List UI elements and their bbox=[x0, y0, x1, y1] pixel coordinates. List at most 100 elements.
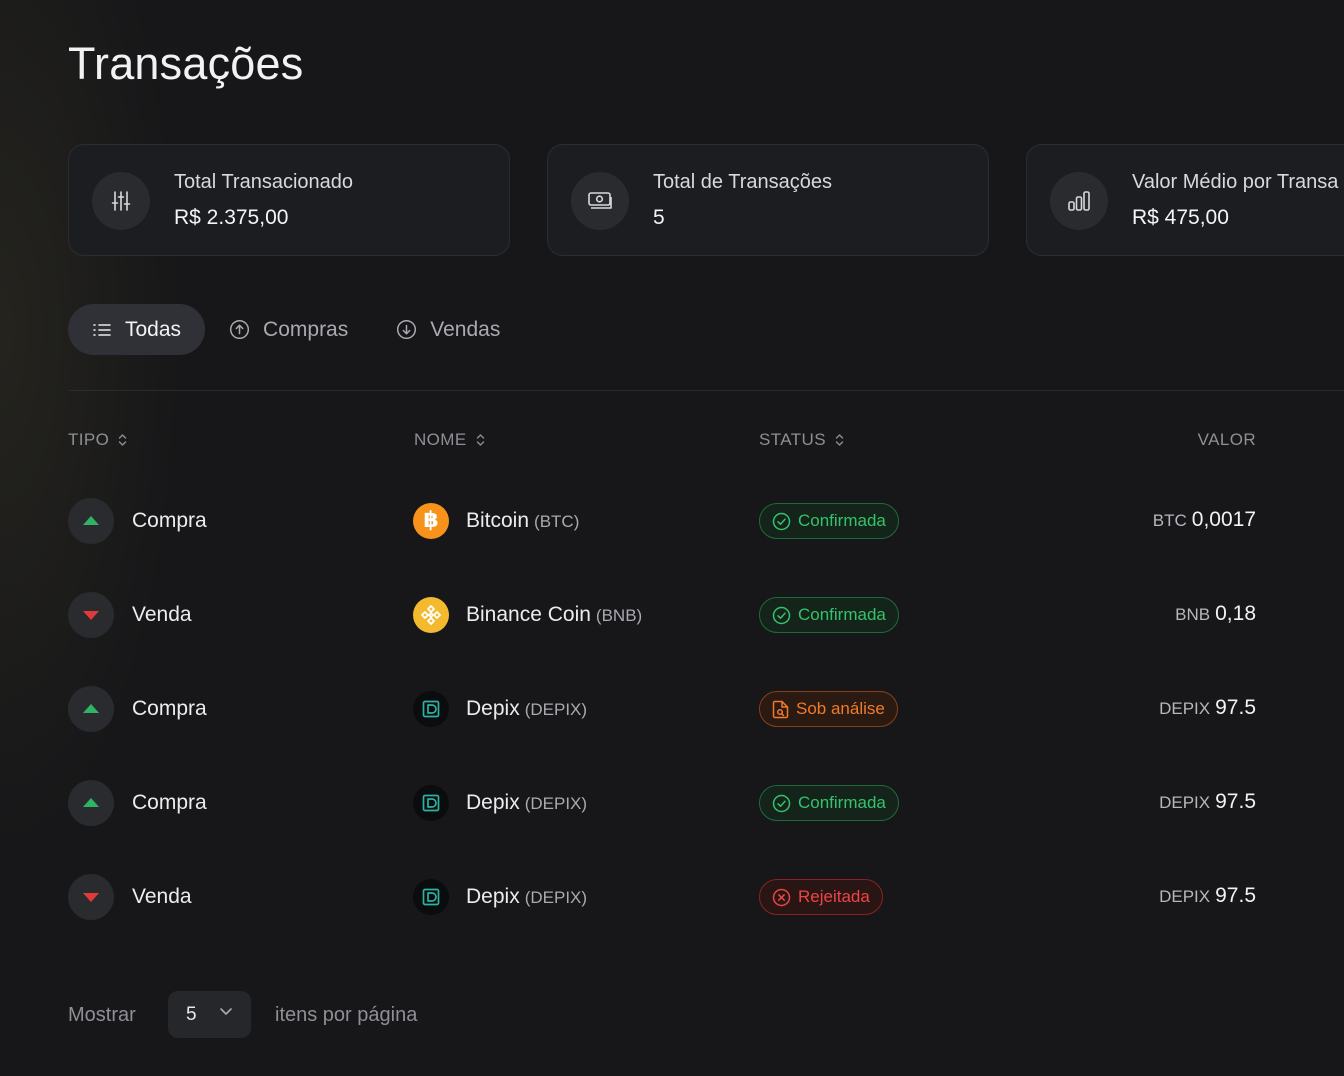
check-circle-icon bbox=[772, 794, 791, 813]
status-label: Rejeitada bbox=[798, 887, 870, 906]
buy-arrow-icon bbox=[68, 686, 114, 732]
check-circle-icon bbox=[772, 512, 791, 531]
amount-value: 97.5 bbox=[1215, 696, 1256, 719]
column-header-label: NOME bbox=[414, 430, 467, 449]
sell-arrow-icon bbox=[68, 874, 114, 920]
transaction-type: Venda bbox=[132, 603, 192, 626]
summary-card-value: R$ 475,00 bbox=[1132, 206, 1229, 229]
buy-arrow-icon bbox=[68, 498, 114, 544]
depix-icon bbox=[413, 691, 449, 727]
summary-card-value: R$ 2.375,00 bbox=[174, 206, 289, 229]
tab-all[interactable]: Todas bbox=[68, 304, 206, 355]
items-per-page-label: itens por página bbox=[275, 1004, 418, 1026]
coin-symbol: (DEPIX) bbox=[524, 700, 588, 719]
coin-symbol: (BTC) bbox=[534, 512, 580, 531]
transaction-type: Compra bbox=[132, 791, 207, 814]
x-circle-icon bbox=[772, 888, 791, 907]
amount-value: 0,18 bbox=[1215, 602, 1256, 625]
column-header-status[interactable]: STATUS bbox=[759, 430, 844, 450]
summary-card-label: Total Transacionado bbox=[174, 171, 354, 193]
table-row[interactable]: Compra Depix (DEPIX) Confirmada DEPIX 97.5 bbox=[68, 773, 1268, 833]
status-label: Confirmada bbox=[798, 605, 886, 624]
column-header-value: VALOR bbox=[1198, 430, 1256, 450]
summary-card-value: 5 bbox=[653, 206, 665, 229]
column-header-label: STATUS bbox=[759, 430, 826, 449]
transaction-amount: DEPIX 97.5 bbox=[1159, 884, 1256, 908]
column-header-label: TIPO bbox=[68, 430, 110, 449]
summary-card-average-value: Valor Médio por Transa R$ 475,00 bbox=[1026, 144, 1344, 256]
list-icon bbox=[92, 322, 112, 338]
status-label: Sob análise bbox=[796, 699, 885, 718]
transaction-type: Venda bbox=[132, 885, 192, 908]
status-badge: Confirmada bbox=[759, 785, 899, 821]
money-icon bbox=[571, 172, 629, 230]
check-circle-icon bbox=[772, 606, 791, 625]
summary-card-label: Valor Médio por Transa bbox=[1132, 171, 1339, 193]
coin-label: Depix bbox=[466, 885, 520, 908]
transaction-type: Compra bbox=[132, 697, 207, 720]
divider bbox=[68, 390, 1344, 391]
amount-unit: DEPIX bbox=[1159, 699, 1211, 718]
depix-icon bbox=[413, 879, 449, 915]
coin-label: Binance Coin bbox=[466, 603, 591, 626]
amount-value: 97.5 bbox=[1215, 790, 1256, 813]
transaction-amount: DEPIX 97.5 bbox=[1159, 696, 1256, 720]
arrow-down-circle-icon bbox=[396, 319, 417, 340]
sort-icon bbox=[118, 433, 127, 447]
amount-unit: DEPIX bbox=[1159, 793, 1211, 812]
arrow-up-circle-icon bbox=[229, 319, 250, 340]
coin-label: Depix bbox=[466, 697, 520, 720]
sliders-icon bbox=[92, 172, 150, 230]
tab-label: Todas bbox=[125, 317, 182, 341]
column-header-label: VALOR bbox=[1197, 430, 1256, 449]
coin-name: Depix (DEPIX) bbox=[466, 885, 587, 909]
sell-arrow-icon bbox=[68, 592, 114, 638]
amount-unit: BNB bbox=[1175, 605, 1211, 624]
table-row[interactable]: Venda Binance Coin (BNB) Confirmada BNB 0,… bbox=[68, 585, 1268, 645]
items-per-page-select[interactable]: 5 bbox=[168, 991, 251, 1038]
transaction-amount: DEPIX 97.5 bbox=[1159, 790, 1256, 814]
transaction-amount: BTC 0,0017 bbox=[1153, 508, 1256, 532]
bitcoin-icon: ฿ bbox=[413, 503, 449, 539]
table-row[interactable]: Compra ฿ Bitcoin (BTC) Confirmada BTC 0,00… bbox=[68, 491, 1268, 551]
depix-icon bbox=[413, 785, 449, 821]
transaction-amount: BNB 0,18 bbox=[1175, 602, 1256, 626]
coin-label: Depix bbox=[466, 791, 520, 814]
coin-name: Bitcoin (BTC) bbox=[466, 509, 579, 533]
sort-icon bbox=[835, 433, 844, 447]
status-badge: Confirmada bbox=[759, 503, 899, 539]
chevron-down-icon bbox=[219, 1007, 233, 1016]
summary-card-total-volume: Total Transacionado R$ 2.375,00 bbox=[68, 144, 510, 256]
show-label: Mostrar bbox=[68, 1004, 136, 1026]
items-per-page-value: 5 bbox=[186, 1003, 197, 1025]
status-badge: Rejeitada bbox=[759, 879, 883, 915]
summary-card-transaction-count: Total de Transações 5 bbox=[547, 144, 989, 256]
table-row[interactable]: Venda Depix (DEPIX) Rejeitada DEPIX 97.5 bbox=[68, 867, 1268, 927]
filter-tabs: Todas Compras Vendas bbox=[68, 304, 500, 355]
document-search-icon bbox=[772, 700, 789, 719]
transaction-type: Compra bbox=[132, 509, 207, 532]
transactions-page: Transações Total Transacionado R$ 2.375,… bbox=[0, 0, 1344, 1076]
bnb-icon bbox=[413, 597, 449, 633]
column-header-type[interactable]: TIPO bbox=[68, 430, 127, 450]
tab-label: Vendas bbox=[430, 317, 501, 341]
amount-value: 0,0017 bbox=[1191, 508, 1256, 531]
page-title: Transações bbox=[68, 38, 304, 89]
buy-arrow-icon bbox=[68, 780, 114, 826]
status-label: Confirmada bbox=[798, 511, 886, 530]
amount-unit: BTC bbox=[1152, 511, 1187, 530]
summary-card-label: Total de Transações bbox=[653, 171, 832, 193]
status-badge: Confirmada bbox=[759, 597, 899, 633]
column-header-name[interactable]: NOME bbox=[414, 430, 485, 450]
coin-name: Binance Coin (BNB) bbox=[466, 603, 642, 627]
coin-name: Depix (DEPIX) bbox=[466, 791, 587, 815]
status-label: Confirmada bbox=[798, 793, 886, 812]
amount-value: 97.5 bbox=[1215, 884, 1256, 907]
tab-buys[interactable]: Compras bbox=[229, 304, 348, 355]
table-row[interactable]: Compra Depix (DEPIX) Sob análise DEPIX 97.… bbox=[68, 679, 1268, 739]
tab-sells[interactable]: Vendas bbox=[396, 304, 500, 355]
amount-unit: DEPIX bbox=[1159, 887, 1211, 906]
bar-chart-icon bbox=[1050, 172, 1108, 230]
status-badge: Sob análise bbox=[759, 691, 898, 727]
coin-name: Depix (DEPIX) bbox=[466, 697, 587, 721]
